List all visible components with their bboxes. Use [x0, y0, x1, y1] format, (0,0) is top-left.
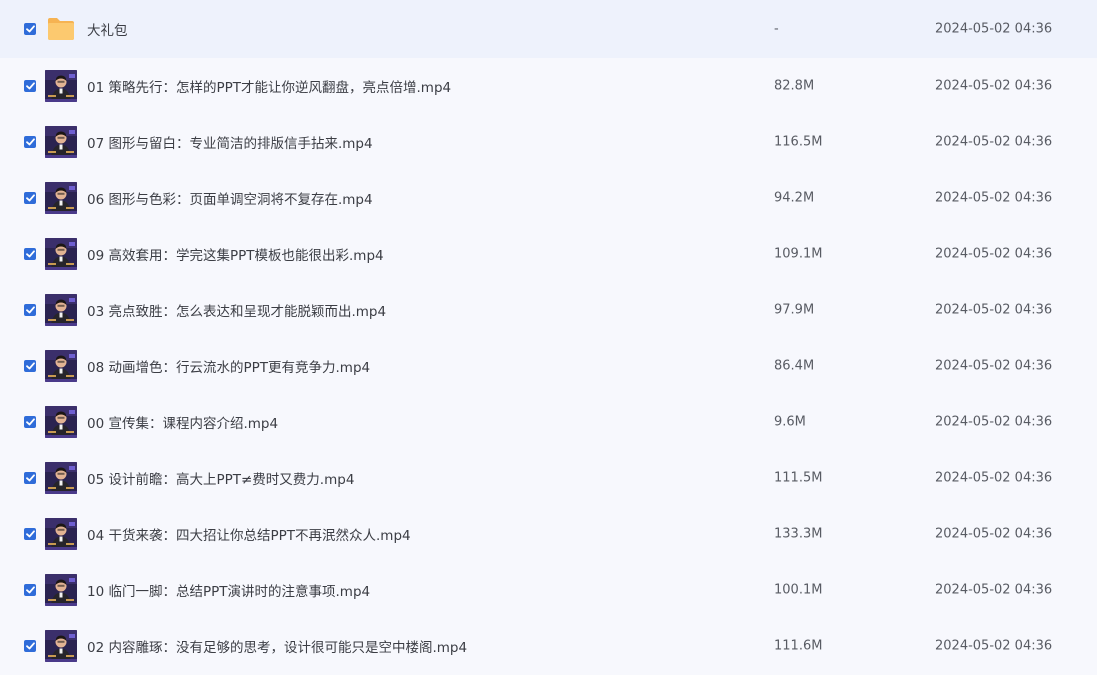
file-name[interactable]: 00 宣传集：课程内容介绍.mp4	[87, 412, 278, 432]
file-size: 111.6M	[774, 638, 823, 654]
file-row[interactable]: 04 干货来袭：四大招让你总结PPT不再泯然众人.mp4 133.3M 2024…	[0, 506, 1097, 562]
file-row[interactable]: 08 动画增色：行云流水的PPT更有竞争力.mp4 86.4M 2024-05-…	[0, 338, 1097, 394]
file-modified-time: 2024-05-02 04:36	[935, 470, 1053, 486]
file-modified-time: 2024-05-02 04:36	[935, 302, 1053, 318]
file-list: 大礼包 - 2024-05-02 04:36 01 策略先行：怎样的PPT才能让…	[0, 0, 1100, 675]
file-name[interactable]: 10 临门一脚：总结PPT演讲时的注意事项.mp4	[87, 580, 370, 600]
file-size: 97.9M	[774, 302, 815, 318]
video-thumbnail[interactable]	[45, 70, 77, 102]
file-modified-time: 2024-05-02 04:36	[935, 582, 1053, 598]
file-name[interactable]: 06 图形与色彩：页面单调空洞将不复存在.mp4	[87, 188, 373, 208]
video-thumbnail[interactable]	[45, 462, 77, 494]
video-thumbnail[interactable]	[45, 182, 77, 214]
file-row[interactable]: 01 策略先行：怎样的PPT才能让你逆风翻盘，亮点倍增.mp4 82.8M 20…	[0, 58, 1097, 114]
file-size: 111.5M	[774, 470, 823, 486]
file-name[interactable]: 07 图形与留白：专业简洁的排版信手拈来.mp4	[87, 132, 373, 152]
file-row[interactable]: 05 设计前瞻：高大上PPT≠费时又费力.mp4 111.5M 2024-05-…	[0, 450, 1097, 506]
folder-icon[interactable]	[46, 16, 76, 42]
checked-checkbox-icon[interactable]	[24, 248, 36, 260]
file-size: 82.8M	[774, 78, 815, 94]
file-size: 94.2M	[774, 190, 815, 206]
video-thumbnail[interactable]	[45, 574, 77, 606]
checked-checkbox-icon[interactable]	[24, 192, 36, 204]
checked-checkbox-icon[interactable]	[24, 136, 36, 148]
file-name[interactable]: 01 策略先行：怎样的PPT才能让你逆风翻盘，亮点倍增.mp4	[87, 76, 451, 96]
file-name[interactable]: 09 高效套用：学完这集PPT模板也能很出彩.mp4	[87, 244, 384, 264]
video-thumbnail[interactable]	[45, 294, 77, 326]
file-modified-time: 2024-05-02 04:36	[935, 134, 1053, 150]
video-thumbnail[interactable]	[45, 630, 77, 662]
file-row[interactable]: 10 临门一脚：总结PPT演讲时的注意事项.mp4 100.1M 2024-05…	[0, 562, 1097, 618]
folder-name[interactable]: 大礼包	[87, 19, 128, 39]
video-thumbnail[interactable]	[45, 238, 77, 270]
video-thumbnail[interactable]	[45, 350, 77, 382]
file-modified-time: 2024-05-02 04:36	[935, 78, 1053, 94]
file-row[interactable]: 03 亮点致胜：怎么表达和呈现才能脱颖而出.mp4 97.9M 2024-05-…	[0, 282, 1097, 338]
file-modified-time: 2024-05-02 04:36	[935, 526, 1053, 542]
file-row[interactable]: 02 内容雕琢：没有足够的思考，设计很可能只是空中楼阁.mp4 111.6M 2…	[0, 618, 1097, 674]
file-name[interactable]: 08 动画增色：行云流水的PPT更有竞争力.mp4	[87, 356, 370, 376]
checked-checkbox-icon[interactable]	[24, 360, 36, 372]
file-size: 9.6M	[774, 414, 806, 430]
file-modified-time: 2024-05-02 04:36	[935, 21, 1053, 37]
checked-checkbox-icon[interactable]	[24, 80, 36, 92]
checked-checkbox-icon[interactable]	[24, 640, 36, 652]
video-thumbnail[interactable]	[45, 406, 77, 438]
checked-checkbox-icon[interactable]	[24, 304, 36, 316]
file-size: 133.3M	[774, 526, 823, 542]
file-size: 109.1M	[774, 246, 823, 262]
video-thumbnail[interactable]	[45, 518, 77, 550]
file-size: 116.5M	[774, 134, 823, 150]
video-thumbnail[interactable]	[45, 126, 77, 158]
file-modified-time: 2024-05-02 04:36	[935, 638, 1053, 654]
file-size: -	[774, 21, 779, 37]
file-name[interactable]: 05 设计前瞻：高大上PPT≠费时又费力.mp4	[87, 468, 354, 488]
file-size: 100.1M	[774, 582, 823, 598]
file-row[interactable]: 07 图形与留白：专业简洁的排版信手拈来.mp4 116.5M 2024-05-…	[0, 114, 1097, 170]
folder-row[interactable]: 大礼包 - 2024-05-02 04:36	[0, 0, 1097, 58]
checked-checkbox-icon[interactable]	[24, 528, 36, 540]
file-name[interactable]: 02 内容雕琢：没有足够的思考，设计很可能只是空中楼阁.mp4	[87, 636, 467, 656]
checked-checkbox-icon[interactable]	[24, 584, 36, 596]
checked-checkbox-icon[interactable]	[24, 416, 36, 428]
file-modified-time: 2024-05-02 04:36	[935, 190, 1053, 206]
file-name[interactable]: 03 亮点致胜：怎么表达和呈现才能脱颖而出.mp4	[87, 300, 386, 320]
file-row[interactable]: 06 图形与色彩：页面单调空洞将不复存在.mp4 94.2M 2024-05-0…	[0, 170, 1097, 226]
checked-checkbox-icon[interactable]	[24, 472, 36, 484]
file-row[interactable]: 09 高效套用：学完这集PPT模板也能很出彩.mp4 109.1M 2024-0…	[0, 226, 1097, 282]
file-modified-time: 2024-05-02 04:36	[935, 414, 1053, 430]
file-row[interactable]: 00 宣传集：课程内容介绍.mp4 9.6M 2024-05-02 04:36	[0, 394, 1097, 450]
file-modified-time: 2024-05-02 04:36	[935, 246, 1053, 262]
checked-checkbox-icon[interactable]	[24, 23, 36, 35]
file-modified-time: 2024-05-02 04:36	[935, 358, 1053, 374]
file-name[interactable]: 04 干货来袭：四大招让你总结PPT不再泯然众人.mp4	[87, 524, 411, 544]
file-size: 86.4M	[774, 358, 815, 374]
